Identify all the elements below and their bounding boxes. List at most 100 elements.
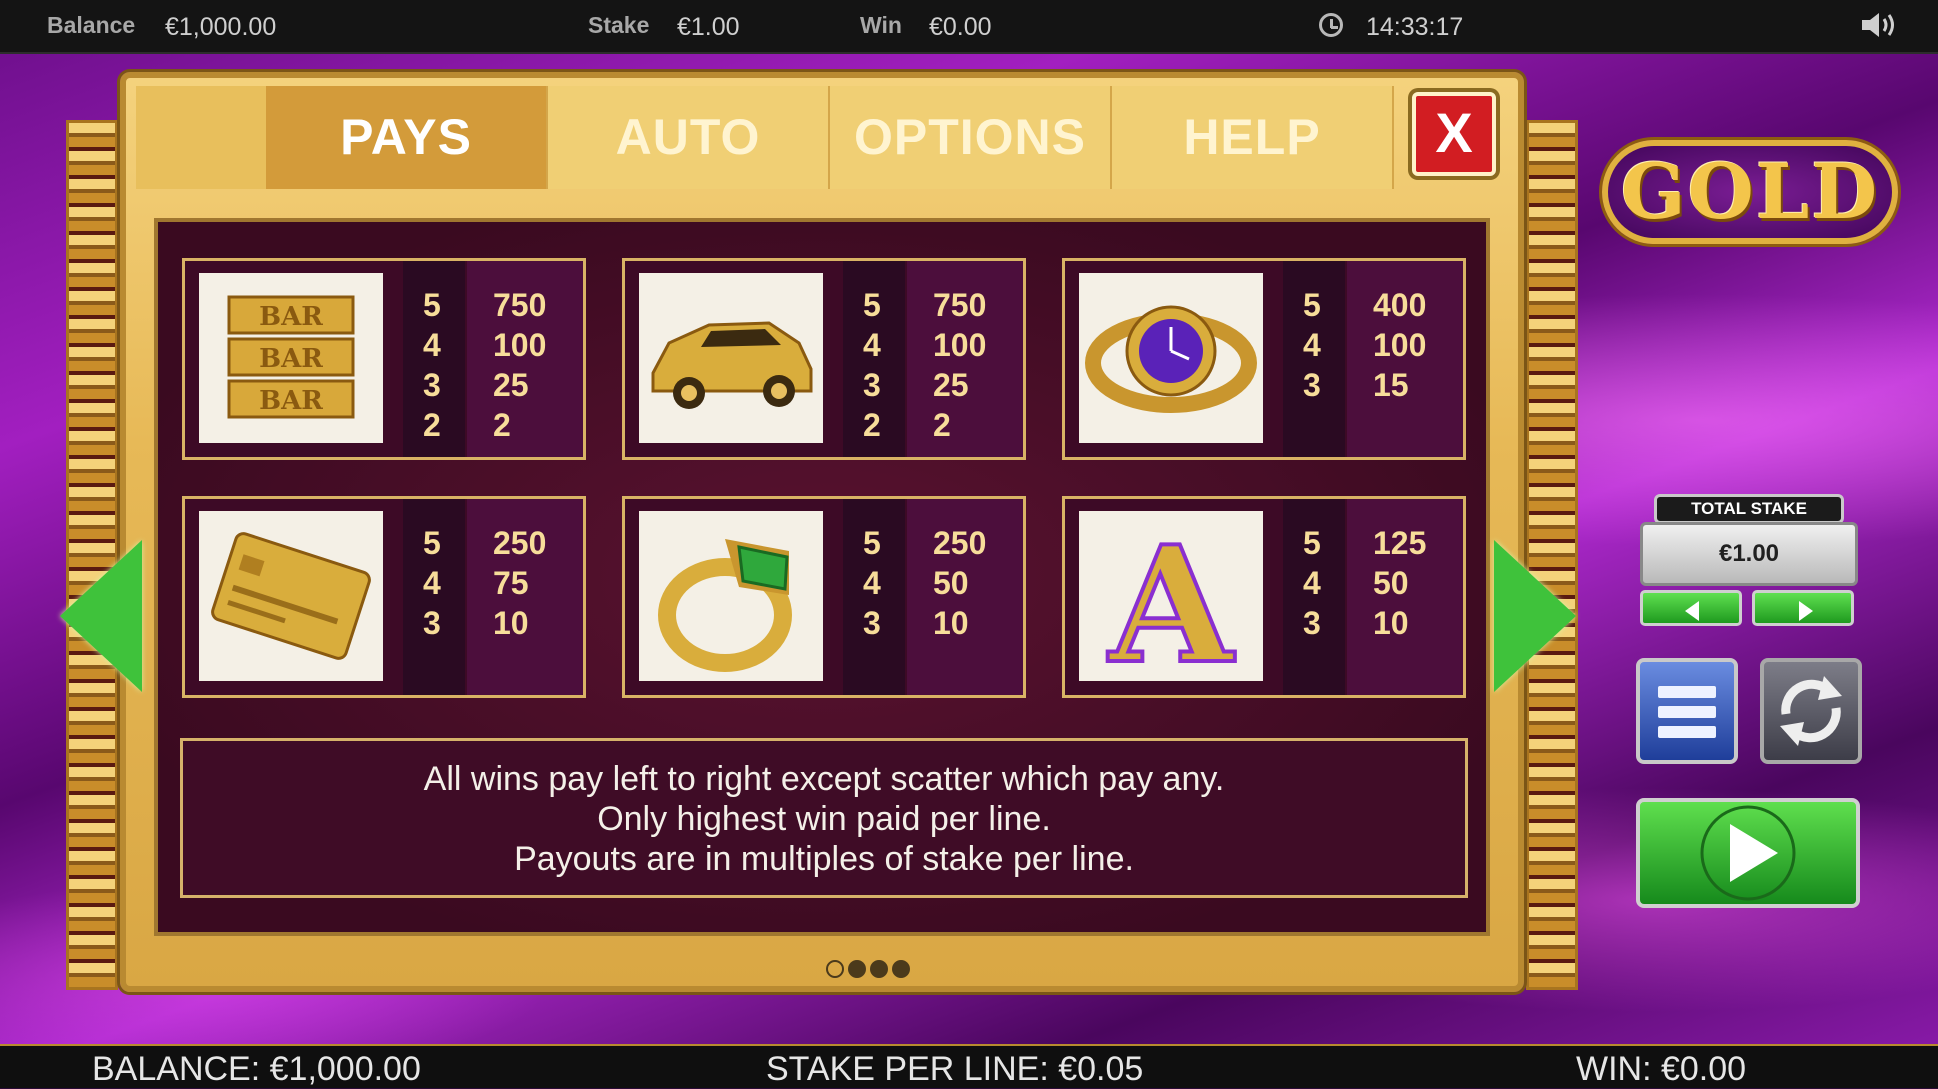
emerald-ring-symbol — [639, 511, 823, 681]
payout-value: 15 — [1373, 367, 1409, 403]
count-value: 3 — [423, 367, 441, 403]
letter-a-text: A — [1107, 511, 1235, 681]
bar-text: BAR — [259, 344, 323, 374]
close-button[interactable]: X — [1412, 92, 1496, 176]
count-value: 4 — [863, 327, 881, 363]
tab-spacer — [136, 86, 268, 189]
payout-value: 25 — [493, 367, 529, 403]
paytable-card: 5 4 3 400 100 15 — [1062, 258, 1466, 460]
previous-page-arrow-icon[interactable] — [60, 540, 142, 692]
gold-car-symbol — [639, 273, 823, 443]
game-logo: GOLD — [1602, 140, 1898, 244]
count-value: 3 — [423, 605, 441, 641]
bar-text: BAR — [259, 302, 323, 332]
total-stake-widget: TOTAL STAKE €1.00 — [1640, 494, 1858, 630]
autoplay-button[interactable] — [1760, 658, 1862, 764]
balance-label: Balance — [47, 12, 136, 38]
paytable-card: A 5 4 3 125 50 10 — [1062, 496, 1466, 701]
payout-value: 2 — [933, 407, 951, 443]
count-value: 3 — [863, 605, 881, 641]
count-value: 4 — [1303, 565, 1321, 601]
paytable-panel: PAYS AUTO OPTIONS HELP X BAR BAR BAR 5 4… — [120, 72, 1524, 992]
tab-help[interactable]: HELP — [1112, 86, 1394, 189]
symbol-payouts: 250 50 10 — [907, 499, 1023, 695]
payout-value: 100 — [933, 327, 987, 363]
symbol-payouts: 250 75 10 — [467, 499, 583, 695]
total-stake-title: TOTAL STAKE — [1654, 494, 1844, 524]
letter-a-symbol: A — [1079, 509, 1263, 701]
count-value: 3 — [1303, 367, 1321, 403]
win-label: Win — [860, 12, 902, 38]
count-value: 5 — [423, 525, 441, 561]
total-stake-value: €1.00 — [1640, 522, 1858, 586]
count-value: 4 — [423, 327, 441, 363]
paytable-content: BAR BAR BAR 5 4 3 2 750 100 25 2 5 4 3 2… — [154, 218, 1490, 936]
count-value: 2 — [423, 407, 441, 443]
tab-auto[interactable]: AUTO — [548, 86, 830, 189]
payout-value: 250 — [493, 525, 547, 561]
arrow-left-icon — [1685, 601, 1699, 621]
page-dot-active[interactable] — [826, 960, 844, 978]
count-value: 5 — [423, 287, 441, 323]
menu-button[interactable] — [1636, 658, 1738, 764]
payout-value: 750 — [493, 287, 547, 323]
speaker-icon[interactable] — [1860, 10, 1900, 40]
count-value: 4 — [1303, 327, 1321, 363]
symbol-payouts: 750 100 25 2 — [467, 261, 583, 457]
payout-value: 10 — [493, 605, 529, 641]
count-value: 4 — [863, 565, 881, 601]
symbol-payouts: 750 100 25 2 — [907, 261, 1023, 457]
payout-value: 50 — [1373, 565, 1409, 601]
payout-value: 750 — [933, 287, 987, 323]
stake-label: Stake — [588, 12, 650, 38]
paytable-rules-note: All wins pay left to right except scatte… — [180, 738, 1468, 898]
symbol-counts: 5 4 3 — [1283, 261, 1345, 457]
balance-value: €1,000.00 — [165, 13, 277, 41]
symbol-counts: 5 4 3 — [1283, 499, 1345, 695]
hamburger-icon — [1658, 726, 1716, 738]
gold-card-symbol — [199, 511, 383, 681]
count-value: 5 — [1303, 287, 1321, 323]
gold-watch-symbol — [1079, 273, 1263, 443]
tab-options[interactable]: OPTIONS — [830, 86, 1112, 189]
count-value: 5 — [863, 525, 881, 561]
paytable-card: 5 4 3 250 50 10 — [622, 496, 1026, 698]
count-value: 5 — [863, 287, 881, 323]
paytable-card: 5 4 3 2 750 100 25 2 — [622, 258, 1026, 460]
count-value: 3 — [1303, 605, 1321, 641]
hamburger-icon — [1658, 686, 1716, 698]
stake-value: €1.00 — [677, 13, 740, 41]
rule-line: All wins pay left to right except scatte… — [423, 760, 1225, 798]
symbol-counts: 5 4 3 2 — [403, 261, 465, 457]
increase-stake-button[interactable] — [1752, 590, 1854, 626]
symbol-counts: 5 4 3 — [843, 499, 905, 695]
spin-button[interactable] — [1636, 798, 1860, 908]
symbol-payouts: 400 100 15 — [1347, 261, 1463, 457]
tab-pays[interactable]: PAYS — [266, 86, 548, 189]
count-value: 4 — [423, 565, 441, 601]
next-page-arrow-icon[interactable] — [1494, 540, 1576, 692]
bottom-status-bar: BALANCE: €1,000.00 STAKE PER LINE: €0.05… — [0, 1044, 1938, 1088]
count-value: 2 — [863, 407, 881, 443]
count-value: 5 — [1303, 525, 1321, 561]
top-status-bar: Balance €1,000.00 Stake €1.00 Win €0.00 … — [0, 0, 1938, 54]
payout-value: 10 — [933, 605, 969, 641]
rule-line: Payouts are in multiples of stake per li… — [514, 840, 1134, 878]
payout-value: 50 — [933, 565, 969, 601]
symbol-counts: 5 4 3 2 — [843, 261, 905, 457]
page-dot[interactable] — [870, 960, 888, 978]
payout-value: 100 — [1373, 327, 1427, 363]
page-dot[interactable] — [892, 960, 910, 978]
symbol-payouts: 125 50 10 — [1347, 499, 1463, 695]
symbol-counts: 5 4 3 — [403, 499, 465, 695]
tab-bar: PAYS AUTO OPTIONS HELP — [136, 86, 1398, 189]
page-dot[interactable] — [848, 960, 866, 978]
bottom-stake-per-line: STAKE PER LINE: €0.05 — [766, 1050, 1144, 1088]
bar-text: BAR — [259, 386, 323, 416]
logo-text: GOLD — [1620, 147, 1880, 236]
payout-value: 10 — [1373, 605, 1409, 641]
bottom-win: WIN: €0.00 — [1576, 1050, 1747, 1088]
payout-value: 75 — [493, 565, 529, 601]
decrease-stake-button[interactable] — [1640, 590, 1742, 626]
win-value: €0.00 — [929, 13, 992, 41]
